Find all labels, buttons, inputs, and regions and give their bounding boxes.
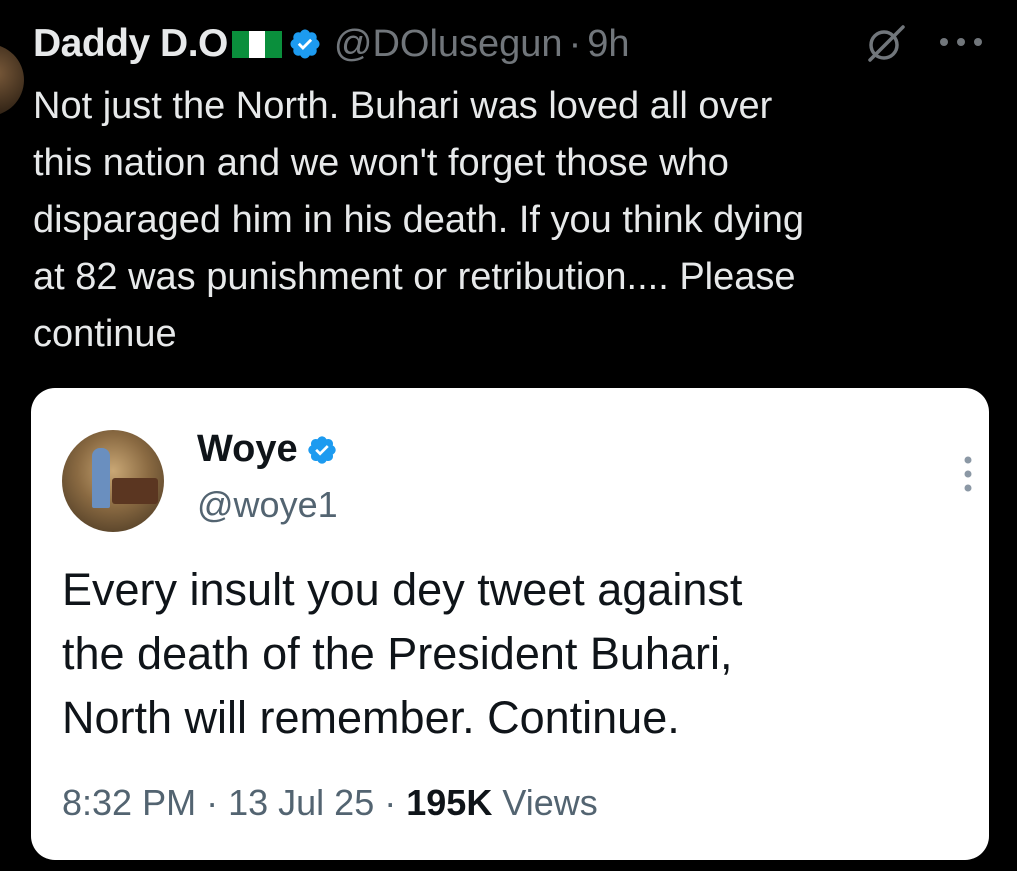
quoted-date[interactable]: 13 Jul 25	[228, 782, 374, 823]
verified-badge-icon	[308, 435, 336, 464]
author-handle[interactable]: @DOlusegun	[334, 23, 563, 66]
nigeria-flag-icon	[231, 30, 282, 58]
tweet-header: Daddy D.O @DOlusegun · 9h	[33, 14, 997, 74]
header-separator: ·	[568, 22, 582, 65]
quoted-tweet-text: Every insult you dey tweet against the d…	[62, 564, 743, 743]
quoted-time[interactable]: 8:32 PM	[62, 782, 196, 823]
quoted-author-avatar[interactable]	[62, 430, 164, 532]
quoted-author-display-name[interactable]: Woye	[197, 428, 298, 471]
quoted-author-handle[interactable]: @woye1	[197, 484, 338, 526]
tweet-timestamp[interactable]: 9h	[587, 23, 629, 66]
views-label: Views	[502, 782, 598, 823]
author-avatar[interactable]	[0, 44, 24, 116]
meta-separator: ·	[384, 782, 397, 823]
quoted-name-row: Woye	[197, 428, 338, 471]
avatar-desk-shape	[112, 478, 158, 504]
meta-separator: ·	[206, 782, 219, 823]
verified-badge-icon	[290, 29, 320, 59]
more-options-icon[interactable]	[936, 28, 986, 56]
grok-icon[interactable]	[865, 22, 907, 64]
views-count: 195K	[406, 782, 493, 823]
quoted-tweet-meta: 8:32 PM · 13 Jul 25 · 195K Views	[62, 782, 598, 824]
tweet-body-text: Not just the North. Buhari was loved all…	[33, 85, 805, 355]
quoted-tweet-card[interactable]: Woye @woye1 Every insult you dey tweet a…	[31, 388, 989, 860]
avatar-person-shape	[92, 448, 110, 508]
author-display-name[interactable]: Daddy D.O	[33, 22, 228, 66]
more-options-icon[interactable]	[961, 454, 975, 494]
